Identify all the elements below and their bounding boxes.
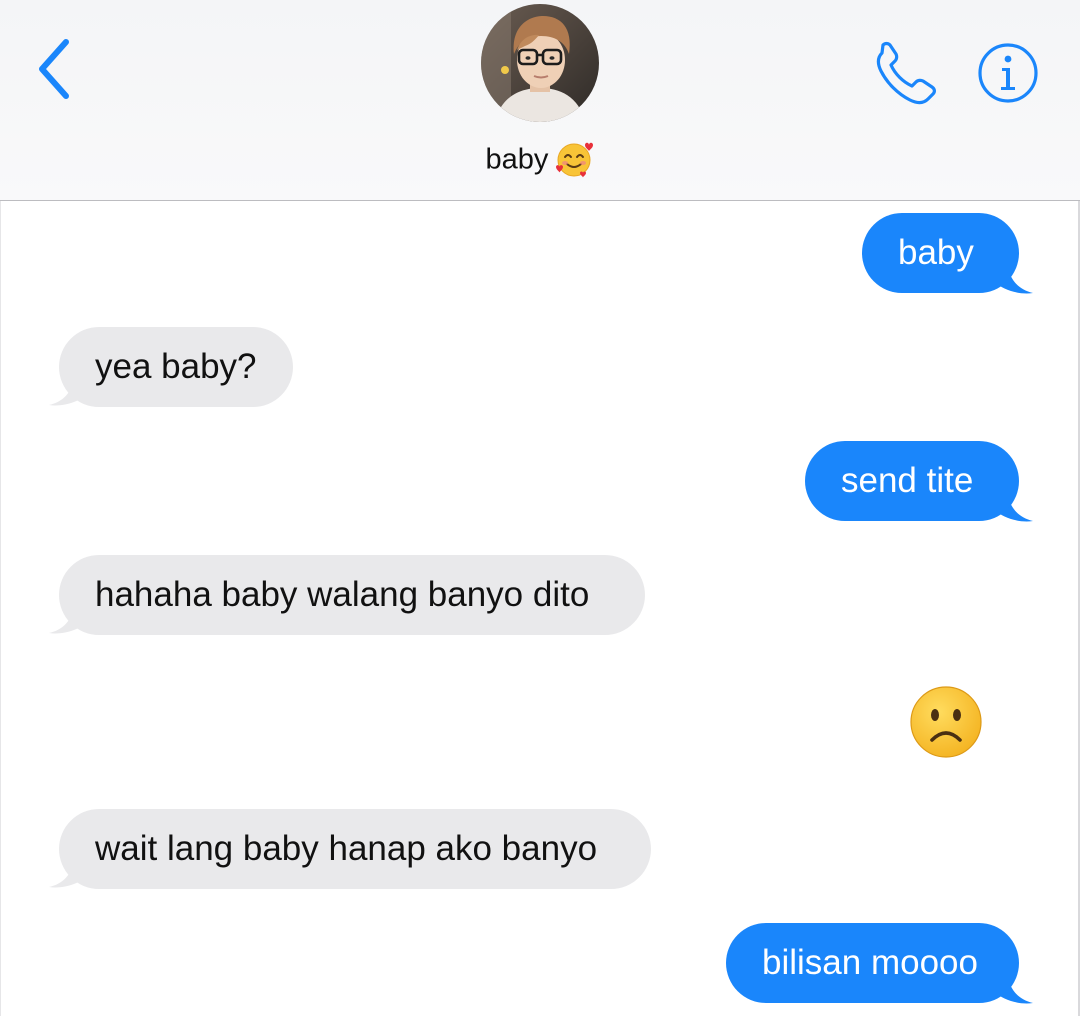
screen-edge xyxy=(0,201,1,1016)
smiling-face-with-hearts-icon xyxy=(556,143,594,178)
message-bubble-received[interactable]: hahaha baby walang banyo dito xyxy=(59,555,645,635)
message-bubble-sent[interactable]: baby xyxy=(862,213,1019,293)
call-button[interactable] xyxy=(868,40,940,106)
message-text: baby xyxy=(898,233,974,272)
message-bubble-received[interactable]: wait lang baby hanap ako banyo xyxy=(59,809,651,889)
back-button[interactable] xyxy=(30,36,86,102)
message-bubble-sent[interactable]: send tite xyxy=(805,441,1019,521)
info-icon xyxy=(978,43,1038,103)
phone-icon xyxy=(876,41,936,105)
contact-name-row[interactable]: baby xyxy=(0,136,1080,181)
message-text: yea baby? xyxy=(95,347,257,386)
message-text: wait lang baby hanap ako banyo xyxy=(95,829,598,868)
message-bubble-sent[interactable]: bilisan moooo xyxy=(726,923,1019,1003)
frowning-face-icon[interactable] xyxy=(908,684,984,760)
message-text: hahaha baby walang banyo dito xyxy=(95,575,590,614)
conversation-header: baby xyxy=(0,0,1080,201)
chevron-left-icon xyxy=(39,39,69,99)
avatar-photo xyxy=(481,4,599,122)
contact-avatar[interactable] xyxy=(481,4,599,122)
contact-name: baby xyxy=(485,143,549,176)
message-bubble-received[interactable]: yea baby? xyxy=(59,327,293,407)
info-button[interactable] xyxy=(975,40,1041,106)
message-text: send tite xyxy=(841,461,974,500)
message-text: bilisan moooo xyxy=(762,943,978,982)
